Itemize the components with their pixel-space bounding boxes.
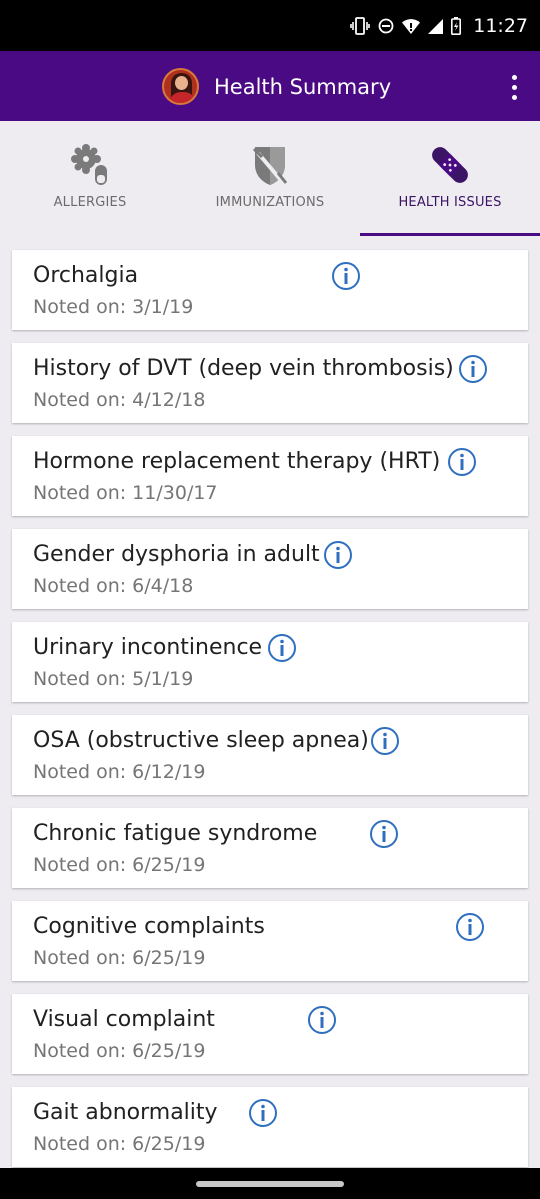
system-nav-bar [0, 1168, 540, 1199]
issue-date: Noted on: 6/4/18 [33, 575, 194, 597]
issue-date: Noted on: 5/1/19 [33, 668, 194, 690]
tab-allergies[interactable]: ALLERGIES [0, 121, 180, 236]
more-vert-icon[interactable] [500, 71, 528, 103]
issue-title: Hormone replacement therapy (HRT) [33, 449, 441, 474]
app-bar: Health Summary [0, 51, 540, 121]
list-item[interactable]: Urinary incontinence Noted on: 5/1/19 [12, 622, 528, 702]
tab-indicator [360, 233, 540, 236]
immunizations-icon [252, 147, 288, 185]
tab-label: IMMUNIZATIONS [215, 195, 325, 210]
issue-date: Noted on: 6/25/19 [33, 854, 206, 876]
status-bar: 11:27 [0, 0, 540, 51]
issue-title: OSA (obstructive sleep apnea) [33, 728, 369, 753]
status-icons: 11:27 [350, 15, 528, 37]
list-item[interactable]: Chronic fatigue syndrome Noted on: 6/25/… [12, 808, 528, 888]
tab-immunizations[interactable]: IMMUNIZATIONS [180, 121, 360, 236]
avatar[interactable] [162, 68, 199, 105]
issue-date: Noted on: 6/25/19 [33, 1133, 206, 1155]
issue-title: Gait abnormality [33, 1100, 218, 1125]
page-title: Health Summary [214, 75, 392, 99]
do-not-disturb-icon [378, 18, 394, 34]
info-icon[interactable] [248, 1098, 278, 1128]
issue-title: History of DVT (deep vein thrombosis) [33, 356, 454, 381]
list-item[interactable]: Orchalgia Noted on: 3/1/19 [12, 250, 528, 330]
list-item[interactable]: OSA (obstructive sleep apnea) Noted on: … [12, 715, 528, 795]
list-item[interactable]: History of DVT (deep vein thrombosis) No… [12, 343, 528, 423]
info-icon[interactable] [370, 726, 400, 756]
info-icon[interactable] [369, 819, 399, 849]
issue-date: Noted on: 3/1/19 [33, 296, 194, 318]
home-gesture-handle[interactable] [196, 1181, 344, 1187]
wifi-icon [402, 18, 421, 34]
vibrate-icon [350, 17, 371, 35]
cell-signal-icon [428, 18, 444, 34]
status-time: 11:27 [473, 15, 528, 37]
issue-date: Noted on: 11/30/17 [33, 482, 218, 504]
battery-icon [451, 17, 462, 35]
info-icon[interactable] [458, 354, 488, 384]
issue-date: Noted on: 6/12/19 [33, 761, 206, 783]
info-icon[interactable] [447, 447, 477, 477]
list-item[interactable]: Gait abnormality Noted on: 6/25/19 [12, 1087, 528, 1167]
list-item[interactable]: Gender dysphoria in adult Noted on: 6/4/… [12, 529, 528, 609]
tab-bar: ALLERGIES IMMUNIZATIONS HEALTH ISSUES [0, 121, 540, 236]
issue-title: Gender dysphoria in adult [33, 542, 320, 567]
issue-date: Noted on: 6/25/19 [33, 947, 206, 969]
info-icon[interactable] [307, 1005, 337, 1035]
issue-title: Chronic fatigue syndrome [33, 821, 318, 846]
issue-date: Noted on: 6/25/19 [33, 1040, 206, 1062]
tab-label: ALLERGIES [53, 195, 127, 210]
info-icon[interactable] [331, 261, 361, 291]
list-item[interactable]: Hormone replacement therapy (HRT) Noted … [12, 436, 528, 516]
issue-title: Orchalgia [33, 263, 139, 288]
issue-title: Visual complaint [33, 1007, 215, 1032]
list-item[interactable]: Visual complaint Noted on: 6/25/19 [12, 994, 528, 1074]
info-icon[interactable] [455, 912, 485, 942]
info-icon[interactable] [323, 540, 353, 570]
bandage-icon [432, 147, 468, 183]
list-item[interactable]: Cognitive complaints Noted on: 6/25/19 [12, 901, 528, 981]
issue-title: Urinary incontinence [33, 635, 263, 660]
info-icon[interactable] [267, 633, 297, 663]
tab-label: HEALTH ISSUES [398, 195, 502, 210]
allergies-icon [71, 144, 107, 185]
tab-health-issues[interactable]: HEALTH ISSUES [360, 121, 540, 236]
issue-title: Cognitive complaints [33, 914, 265, 939]
issue-date: Noted on: 4/12/18 [33, 389, 206, 411]
